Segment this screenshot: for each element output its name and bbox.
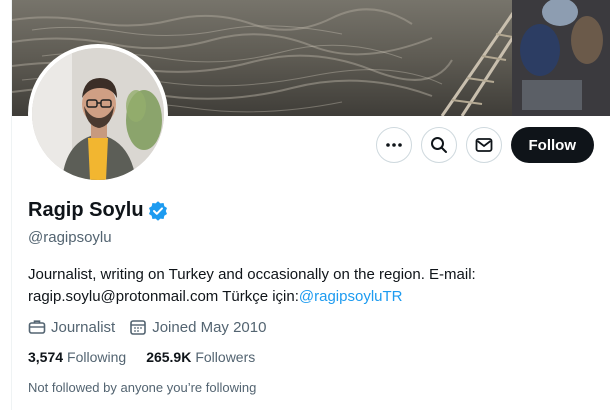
briefcase-icon xyxy=(28,320,46,334)
display-name: Ragip Soylu xyxy=(28,199,144,221)
follow-stats: 3,574 Following 265.9K Followers xyxy=(28,349,598,365)
avatar-frame[interactable] xyxy=(28,44,168,184)
followers-label: Followers xyxy=(195,349,256,365)
followed-by-note: Not followed by anyone you’re following xyxy=(28,380,257,395)
more-icon xyxy=(385,143,402,147)
verified-badge-icon[interactable] xyxy=(148,200,168,221)
profile-meta: Journalist Joined May 2010 xyxy=(28,318,598,336)
profession-item: Journalist xyxy=(28,318,115,336)
followers-stat[interactable]: 265.9K Followers xyxy=(146,349,255,365)
bio: Journalist, writing on Turkey and occasi… xyxy=(28,264,598,308)
search-icon xyxy=(430,137,447,153)
profile-info: Ragip Soylu @ragipsoylu Journalist, writ… xyxy=(28,199,598,395)
message-button[interactable] xyxy=(465,127,502,163)
left-gutter xyxy=(0,0,12,410)
joined-item: Joined May 2010 xyxy=(129,318,266,336)
handle: @ragipsoylu xyxy=(28,229,112,246)
search-button[interactable] xyxy=(420,127,457,163)
calendar-icon xyxy=(130,320,147,335)
avatar[interactable] xyxy=(32,48,164,180)
bio-text: Journalist, writing on Turkey and occasi… xyxy=(28,266,476,305)
bio-link[interactable]: @ragipsoyluTR xyxy=(299,288,403,305)
mail-icon xyxy=(475,138,492,152)
name-row: Ragip Soylu xyxy=(28,199,598,222)
profile-page: Follow Ragip Soylu @ragipsoylu Journalis… xyxy=(0,0,610,410)
profession-label[interactable]: Journalist xyxy=(51,319,115,336)
follow-button[interactable]: Follow xyxy=(510,127,594,163)
followers-count: 265.9K xyxy=(146,349,192,365)
more-button[interactable] xyxy=(375,127,412,163)
profile-actions: Follow xyxy=(375,127,594,163)
following-count: 3,574 xyxy=(28,349,64,365)
following-stat[interactable]: 3,574 Following xyxy=(28,349,126,365)
joined-label: Joined May 2010 xyxy=(152,318,267,336)
following-label: Following xyxy=(67,349,127,365)
